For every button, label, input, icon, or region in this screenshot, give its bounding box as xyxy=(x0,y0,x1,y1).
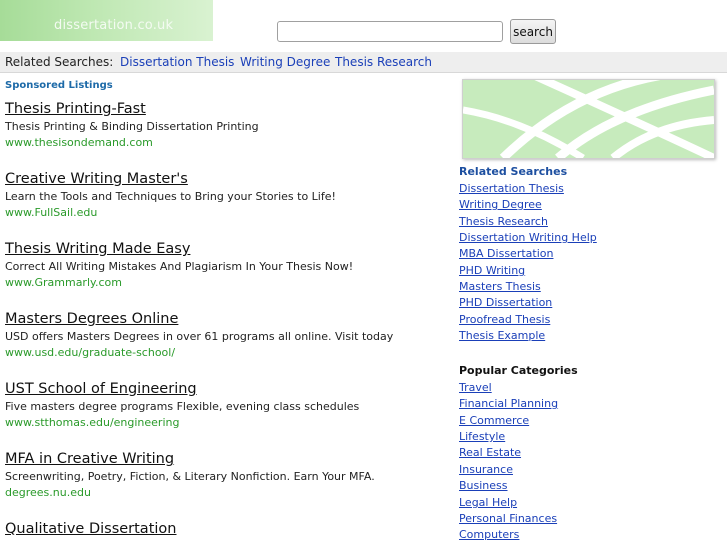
sidebar-category-link[interactable]: Financial Planning xyxy=(459,397,558,410)
sidebar-related-link[interactable]: Proofread Thesis xyxy=(459,313,550,326)
listing: Masters Degrees Online USD offers Master… xyxy=(5,311,445,359)
listing: MFA in Creative Writing Screenwriting, P… xyxy=(5,451,445,499)
sponsored-listings-label: Sponsored Listings xyxy=(5,80,113,91)
listing-url[interactable]: www.thesisondemand.com xyxy=(5,136,445,149)
related-searches-label: Related Searches: xyxy=(5,55,114,69)
listing: Qualitative Dissertation xyxy=(5,521,445,537)
logo-text: dissertation.co.uk xyxy=(54,18,174,33)
sidebar-related-heading: Related Searches xyxy=(459,165,568,178)
listing-url[interactable]: www.Grammarly.com xyxy=(5,276,445,289)
listing-description: USD offers Masters Degrees in over 61 pr… xyxy=(5,330,394,343)
sidebar-related-link[interactable]: Thesis Example xyxy=(459,329,545,342)
listing-url[interactable]: www.stthomas.edu/engineering xyxy=(5,416,445,429)
listing-description: Thesis Printing & Binding Dissertation P… xyxy=(5,120,259,133)
listing-description: Screenwriting, Poetry, Fiction, & Litera… xyxy=(5,470,375,483)
listing-title[interactable]: Thesis Writing Made Easy xyxy=(5,241,445,257)
related-link-thesis-research[interactable]: Thesis Research xyxy=(335,55,432,69)
sidebar-category-link[interactable]: Real Estate xyxy=(459,446,521,459)
related-searches-bar: Related Searches: Dissertation Thesis Wr… xyxy=(0,52,727,73)
listing-title[interactable]: Creative Writing Master's xyxy=(5,171,445,187)
sidebar-related-link[interactable]: Dissertation Writing Help xyxy=(459,231,597,244)
listing: Thesis Writing Made Easy Correct All Wri… xyxy=(5,241,445,289)
sidebar-category-link[interactable]: Legal Help xyxy=(459,496,517,509)
sidebar-category-link[interactable]: Personal Finances xyxy=(459,512,557,525)
sidebar-related-link[interactable]: PHD Dissertation xyxy=(459,296,552,309)
listing-url[interactable]: www.FullSail.edu xyxy=(5,206,445,219)
listing: Thesis Printing-Fast Thesis Printing & B… xyxy=(5,101,445,149)
sidebar-category-link[interactable]: Lifestyle xyxy=(459,430,505,443)
listing-description: Learn the Tools and Techniques to Bring … xyxy=(5,190,336,203)
search-input[interactable] xyxy=(277,21,503,42)
listing-title[interactable]: MFA in Creative Writing xyxy=(5,451,445,467)
site-logo[interactable]: dissertation.co.uk xyxy=(0,0,213,41)
sidebar-related-link[interactable]: PHD Writing xyxy=(459,264,525,277)
sidebar-category-link[interactable]: Travel xyxy=(459,381,492,394)
search-button[interactable]: search xyxy=(510,19,556,44)
sidebar-related-link[interactable]: Masters Thesis xyxy=(459,280,541,293)
listing-url[interactable]: www.usd.edu/graduate-school/ xyxy=(5,346,445,359)
listing-title[interactable]: Thesis Printing-Fast xyxy=(5,101,445,117)
listing: Creative Writing Master's Learn the Tool… xyxy=(5,171,445,219)
sidebar-popular-heading: Popular Categories xyxy=(459,364,578,377)
header-bar: dissertation.co.uk search xyxy=(0,0,727,52)
related-link-dissertation-thesis[interactable]: Dissertation Thesis xyxy=(120,55,234,69)
listing-title[interactable]: Masters Degrees Online xyxy=(5,311,445,327)
listing: UST School of Engineering Five masters d… xyxy=(5,381,445,429)
sidebar-category-link[interactable]: Insurance xyxy=(459,463,513,476)
listing-description: Correct All Writing Mistakes And Plagiar… xyxy=(5,260,354,273)
listing-title[interactable]: UST School of Engineering xyxy=(5,381,445,397)
banner-graphic xyxy=(463,80,714,158)
sidebar-related-link[interactable]: Writing Degree xyxy=(459,198,542,211)
listing-url[interactable]: degrees.nu.edu xyxy=(5,486,445,499)
sidebar-related-link[interactable]: Thesis Research xyxy=(459,215,548,228)
sidebar-category-link[interactable]: Computers xyxy=(459,528,519,541)
sidebar-category-link[interactable]: Business xyxy=(459,479,508,492)
listing-description: Five masters degree programs Flexible, e… xyxy=(5,400,360,413)
sidebar-related-link[interactable]: MBA Dissertation xyxy=(459,247,553,260)
sidebar-banner-image xyxy=(462,79,715,159)
related-link-writing-degree[interactable]: Writing Degree xyxy=(240,55,330,69)
sidebar-related-link[interactable]: Dissertation Thesis xyxy=(459,182,564,195)
sidebar-category-link[interactable]: E Commerce xyxy=(459,414,529,427)
listing-title[interactable]: Qualitative Dissertation xyxy=(5,521,445,537)
